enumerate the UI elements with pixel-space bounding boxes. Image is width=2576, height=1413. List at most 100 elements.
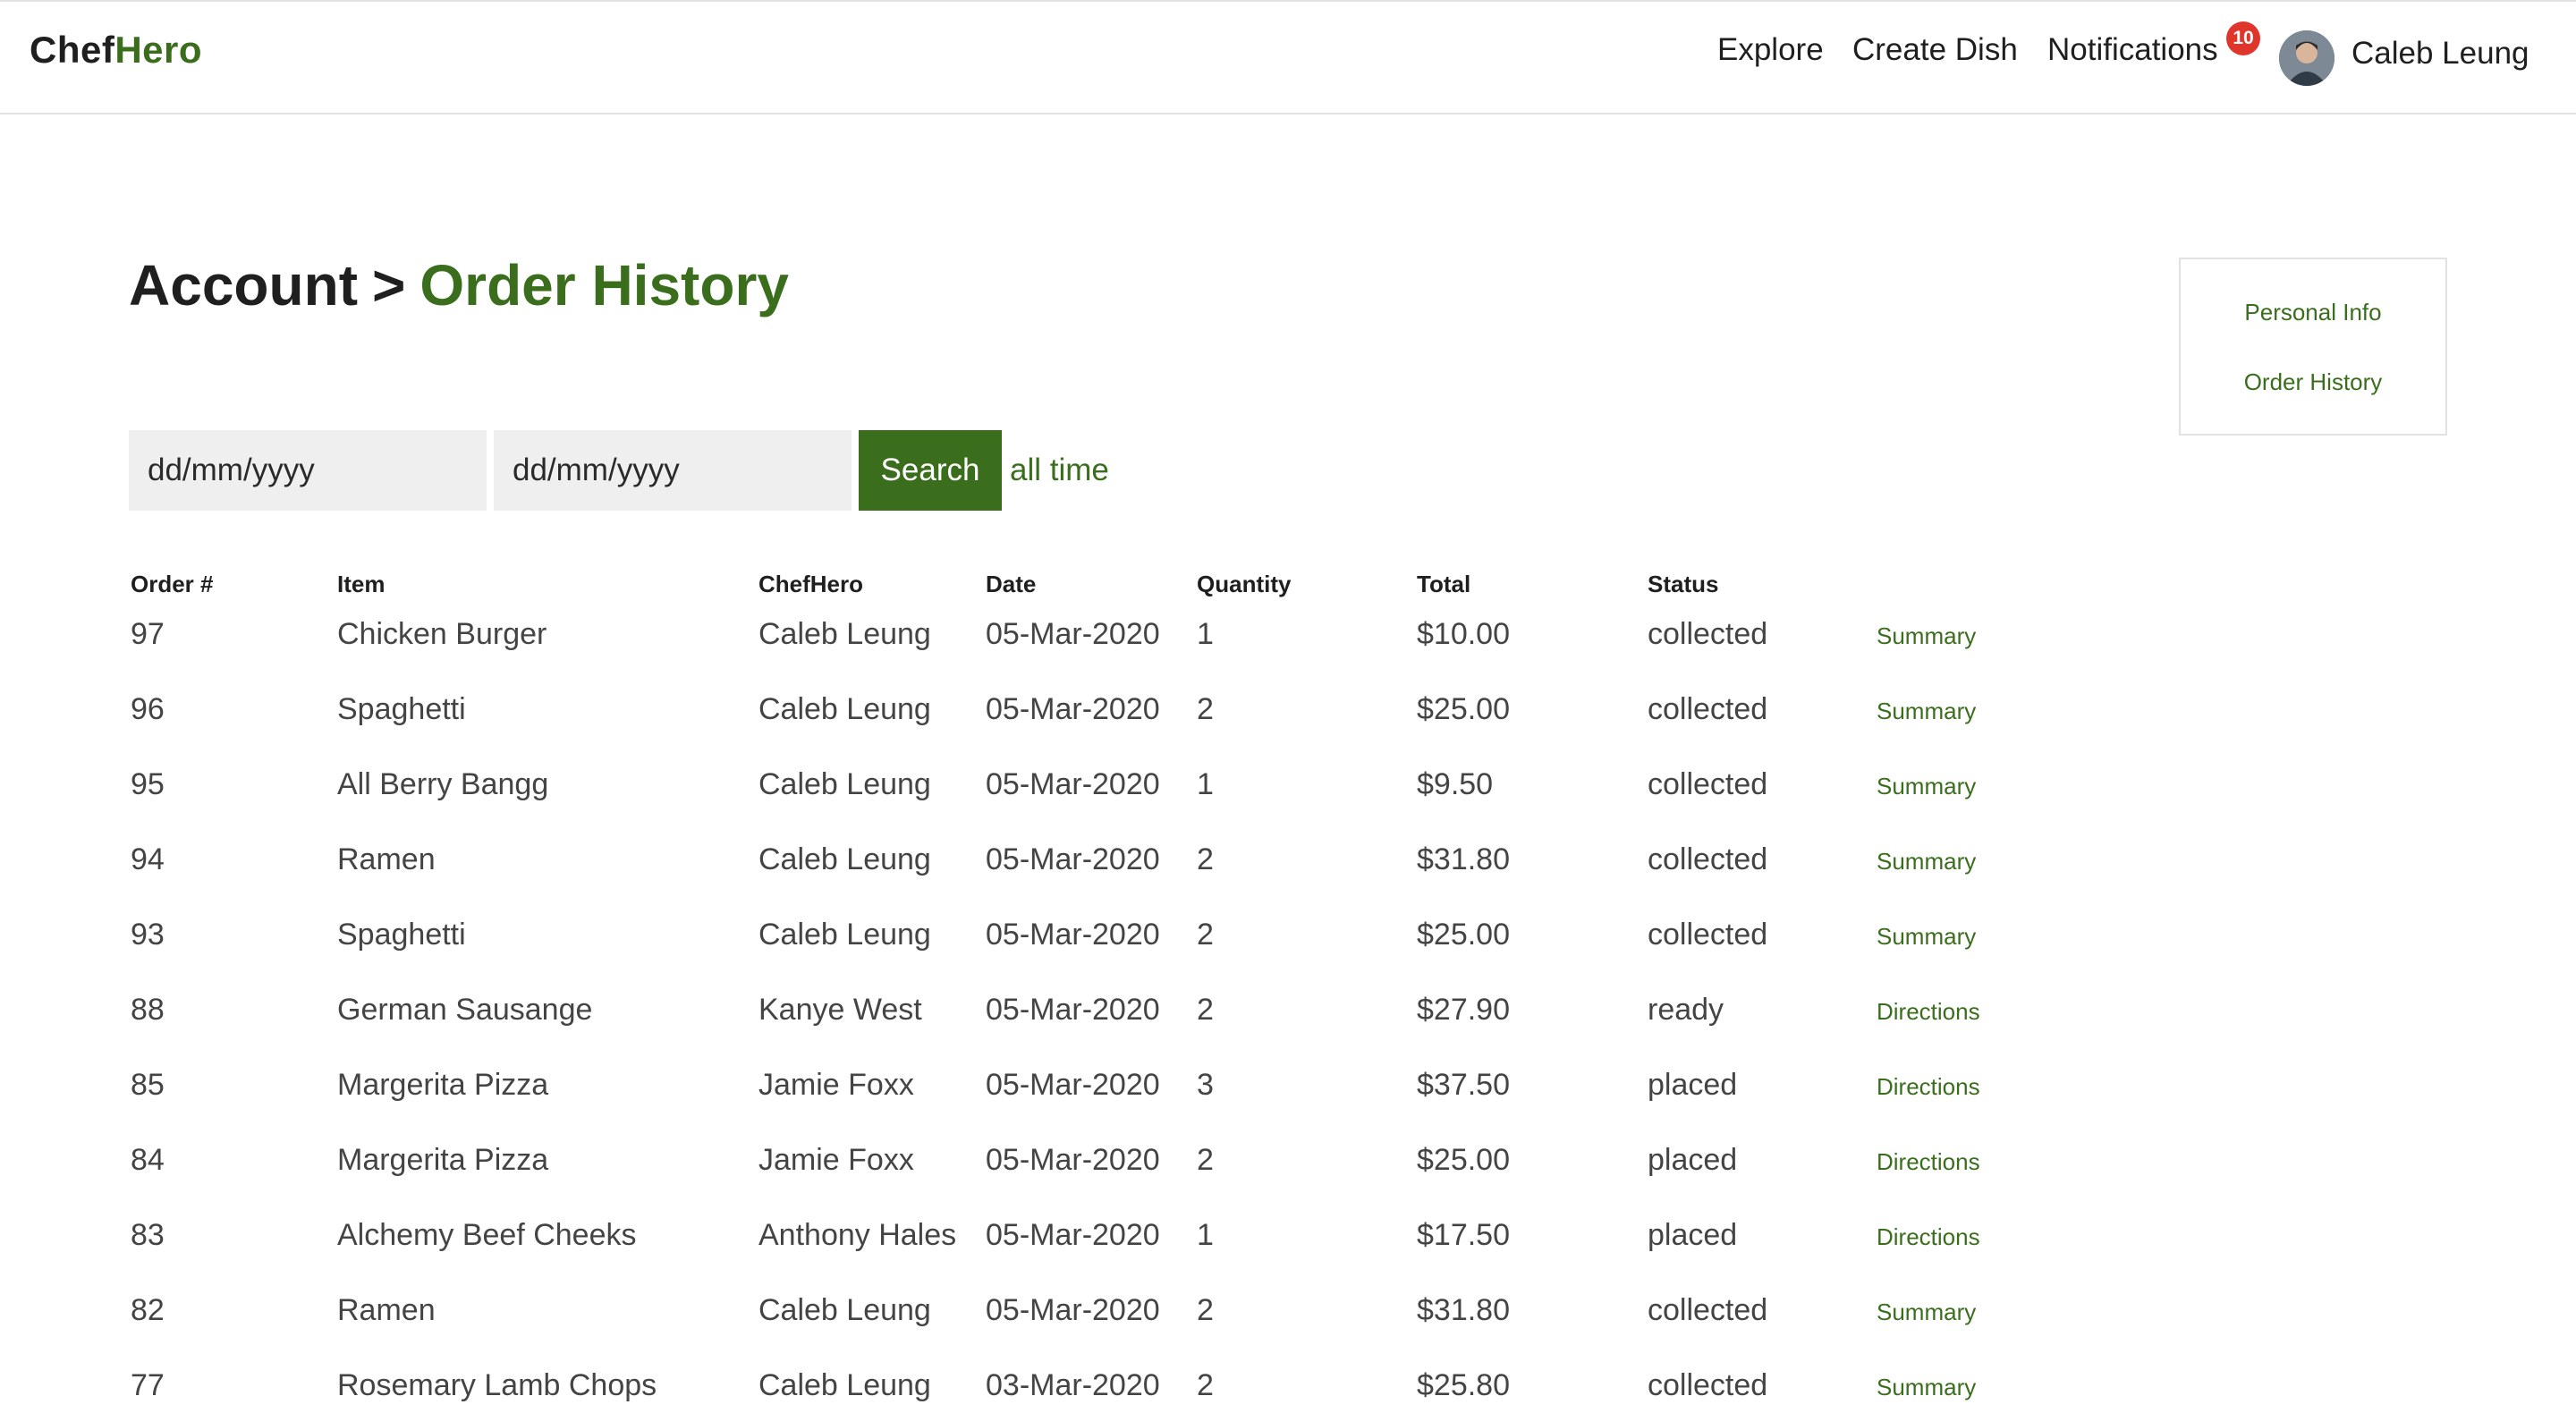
cell-chefhero: Caleb Leung [758, 842, 931, 876]
row-action-link[interactable]: Summary [1877, 1299, 1976, 1326]
column-header-quantity: Quantity [1197, 571, 1292, 597]
cell-status: collected [1648, 692, 1768, 726]
column-header-item: Item [337, 571, 386, 597]
cell-order-number: 85 [131, 1068, 165, 1102]
row-action-link[interactable]: Directions [1877, 1148, 1980, 1176]
cell-date: 05-Mar-2020 [986, 1293, 1160, 1327]
cell-total: $25.00 [1417, 1143, 1510, 1177]
cell-status: ready [1648, 993, 1724, 1027]
row-action-link[interactable]: Summary [1877, 1374, 1976, 1401]
cell-date: 03-Mar-2020 [986, 1368, 1160, 1402]
brand-logo[interactable]: ChefHero [30, 29, 202, 72]
cell-quantity: 1 [1197, 1218, 1214, 1252]
cell-quantity: 1 [1197, 617, 1214, 651]
user-name-link[interactable]: Caleb Leung [2351, 36, 2529, 72]
cell-status: collected [1648, 918, 1768, 952]
cell-quantity: 3 [1197, 1068, 1214, 1102]
row-action-link[interactable]: Directions [1877, 1223, 1980, 1251]
row-action-link[interactable]: Summary [1877, 848, 1976, 876]
row-action-link[interactable]: Summary [1877, 923, 1976, 951]
cell-item: Rosemary Lamb Chops [337, 1368, 657, 1402]
date-to-input[interactable] [494, 430, 852, 511]
cell-total: $37.50 [1417, 1068, 1510, 1102]
cell-status: placed [1648, 1143, 1738, 1177]
cell-item: German Sausange [337, 993, 593, 1027]
cell-date: 05-Mar-2020 [986, 1068, 1160, 1102]
cell-chefhero: Caleb Leung [758, 1293, 931, 1327]
side-menu-personal-info[interactable]: Personal Info [2181, 299, 2445, 326]
nav-explore[interactable]: Explore [1717, 32, 1824, 68]
cell-status: collected [1648, 1368, 1768, 1402]
cell-quantity: 2 [1197, 1368, 1214, 1402]
notification-count-badge: 10 [2226, 21, 2260, 55]
cell-chefhero: Caleb Leung [758, 1368, 931, 1402]
breadcrumb-parent: Account [129, 253, 358, 317]
breadcrumb-title: Account > Order History [129, 252, 789, 318]
cell-status: collected [1648, 617, 1768, 651]
cell-order-number: 97 [131, 617, 165, 651]
cell-chefhero: Jamie Foxx [758, 1068, 914, 1102]
page: ChefHero Explore Create Dish Notificatio… [0, 0, 2576, 1413]
cell-date: 05-Mar-2020 [986, 918, 1160, 952]
cell-item: All Berry Bangg [337, 767, 549, 801]
cell-chefhero: Jamie Foxx [758, 1143, 914, 1177]
brand-text-chef: Chef [30, 29, 115, 71]
cell-date: 05-Mar-2020 [986, 993, 1160, 1027]
column-header-total: Total [1417, 571, 1471, 597]
breadcrumb-separator: > [372, 253, 406, 317]
nav-create-dish[interactable]: Create Dish [1852, 32, 2018, 68]
cell-chefhero: Caleb Leung [758, 767, 931, 801]
cell-date: 05-Mar-2020 [986, 617, 1160, 651]
cell-item: Alchemy Beef Cheeks [337, 1218, 637, 1252]
cell-order-number: 83 [131, 1218, 165, 1252]
cell-item: Ramen [337, 1293, 436, 1327]
cell-order-number: 77 [131, 1368, 165, 1402]
row-action-link[interactable]: Summary [1877, 773, 1976, 800]
cell-item: Ramen [337, 842, 436, 876]
row-action-link[interactable]: Summary [1877, 622, 1976, 650]
cell-status: collected [1648, 1293, 1768, 1327]
column-header-date: Date [986, 571, 1037, 597]
cell-item: Spaghetti [337, 692, 466, 726]
cell-chefhero: Caleb Leung [758, 918, 931, 952]
cell-status: placed [1648, 1068, 1738, 1102]
cell-total: $25.00 [1417, 692, 1510, 726]
row-action-link[interactable]: Summary [1877, 698, 1976, 725]
brand-text-hero: Hero [114, 29, 203, 71]
cell-total: $17.50 [1417, 1218, 1510, 1252]
cell-total: $9.50 [1417, 767, 1494, 801]
cell-date: 05-Mar-2020 [986, 842, 1160, 876]
cell-date: 05-Mar-2020 [986, 1218, 1160, 1252]
date-from-input[interactable] [129, 430, 487, 511]
cell-order-number: 82 [131, 1293, 165, 1327]
cell-quantity: 2 [1197, 842, 1214, 876]
cell-quantity: 2 [1197, 692, 1214, 726]
all-time-link[interactable]: all time [1010, 453, 1109, 488]
cell-total: $10.00 [1417, 617, 1510, 651]
cell-date: 05-Mar-2020 [986, 1143, 1160, 1177]
nav-notifications[interactable]: Notifications [2047, 32, 2218, 68]
cell-total: $31.80 [1417, 1293, 1510, 1327]
breadcrumb-current: Order History [419, 253, 789, 317]
side-menu-order-history[interactable]: Order History [2181, 368, 2445, 396]
user-avatar[interactable] [2279, 30, 2334, 86]
cell-chefhero: Caleb Leung [758, 692, 931, 726]
cell-quantity: 1 [1197, 767, 1214, 801]
row-action-link[interactable]: Directions [1877, 998, 1980, 1026]
cell-item: Chicken Burger [337, 617, 547, 651]
cell-status: placed [1648, 1218, 1738, 1252]
cell-order-number: 84 [131, 1143, 165, 1177]
cell-quantity: 2 [1197, 1143, 1214, 1177]
row-action-link[interactable]: Directions [1877, 1073, 1980, 1101]
cell-quantity: 2 [1197, 1293, 1214, 1327]
user-avatar-icon [2279, 30, 2334, 86]
cell-status: collected [1648, 767, 1768, 801]
cell-quantity: 2 [1197, 993, 1214, 1027]
search-button[interactable]: Search [859, 430, 1002, 511]
column-header-status: Status [1648, 571, 1719, 597]
column-header-chefhero: ChefHero [758, 571, 864, 597]
cell-order-number: 95 [131, 767, 165, 801]
cell-chefhero: Caleb Leung [758, 617, 931, 651]
cell-chefhero: Kanye West [758, 993, 922, 1027]
cell-order-number: 93 [131, 918, 165, 952]
